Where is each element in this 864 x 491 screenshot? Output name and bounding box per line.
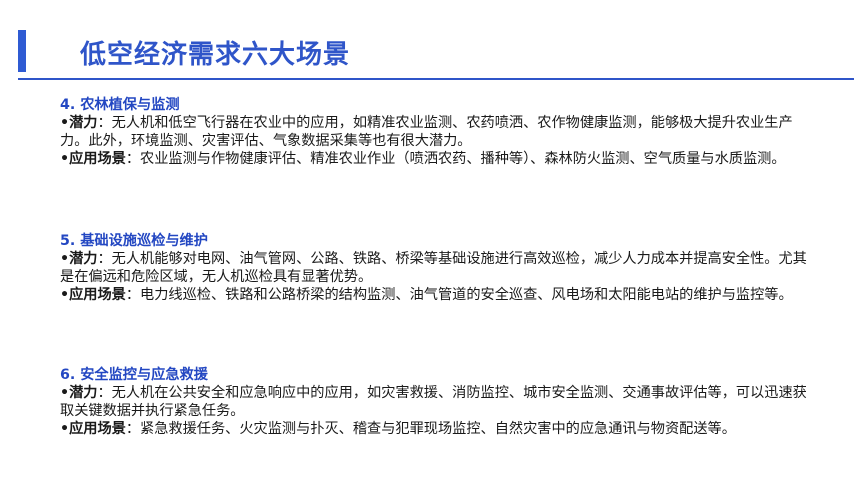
application-text: ：紧急救援任务、火灾监测与扑灭、稽查与犯罪现场监控、自然灾害中的应急通讯与物资配… (125, 421, 736, 437)
section-heading: 6. 安全监控与应急救援 (60, 367, 208, 383)
potential-text: ：无人机在公共安全和应急响应中的应用，如灾害救援、消防监控、城市安全监测、交通事… (60, 385, 807, 419)
potential-label: •潜力 (60, 115, 98, 131)
potential-paragraph: •潜力：无人机和低空飞行器在农业中的应用，如精准农业监测、农药喷洒、农作物健康监… (60, 114, 810, 150)
application-label: •应用场景 (60, 421, 126, 437)
title-underline (18, 78, 854, 80)
application-label: •应用场景 (60, 287, 126, 303)
application-paragraph: •应用场景：紧急救援任务、火灾监测与扑灭、稽查与犯罪现场监控、自然灾害中的应急通… (60, 420, 810, 438)
potential-text: ：无人机能够对电网、油气管网、公路、铁路、桥梁等基础设施进行高效巡检，减少人力成… (60, 251, 807, 285)
application-label: •应用场景 (60, 151, 126, 167)
slide: 低空经济需求六大场景 4. 农林植保与监测 •潜力：无人机和低空飞行器在农业中的… (0, 0, 864, 491)
application-text: ：电力线巡检、铁路和公路桥梁的结构监测、油气管道的安全巡查、风电场和太阳能电站的… (125, 287, 793, 303)
application-paragraph: •应用场景：电力线巡检、铁路和公路桥梁的结构监测、油气管道的安全巡查、风电场和太… (60, 286, 810, 304)
section-agriculture: 4. 农林植保与监测 •潜力：无人机和低空飞行器在农业中的应用，如精准农业监测、… (60, 96, 810, 168)
potential-label: •潜力 (60, 251, 98, 267)
application-paragraph: •应用场景：农业监测与作物健康评估、精准农业作业（喷洒农药、播种等）、森林防火监… (60, 150, 810, 168)
section-safety-rescue: 6. 安全监控与应急救援 •潜力：无人机在公共安全和应急响应中的应用，如灾害救援… (60, 366, 810, 438)
section-infrastructure: 5. 基础设施巡检与维护 •潜力：无人机能够对电网、油气管网、公路、铁路、桥梁等… (60, 232, 810, 304)
page-title: 低空经济需求六大场景 (80, 40, 351, 70)
application-text: ：农业监测与作物健康评估、精准农业作业（喷洒农药、播种等）、森林防火监测、空气质… (125, 151, 786, 167)
section-heading: 4. 农林植保与监测 (60, 97, 180, 113)
potential-paragraph: •潜力：无人机在公共安全和应急响应中的应用，如灾害救援、消防监控、城市安全监测、… (60, 384, 810, 420)
potential-paragraph: •潜力：无人机能够对电网、油气管网、公路、铁路、桥梁等基础设施进行高效巡检，减少… (60, 250, 810, 286)
title-accent-bar (18, 30, 26, 72)
potential-text: ：无人机和低空飞行器在农业中的应用，如精准农业监测、农药喷洒、农作物健康监测，能… (60, 115, 793, 149)
potential-label: •潜力 (60, 385, 98, 401)
section-heading: 5. 基础设施巡检与维护 (60, 233, 208, 249)
